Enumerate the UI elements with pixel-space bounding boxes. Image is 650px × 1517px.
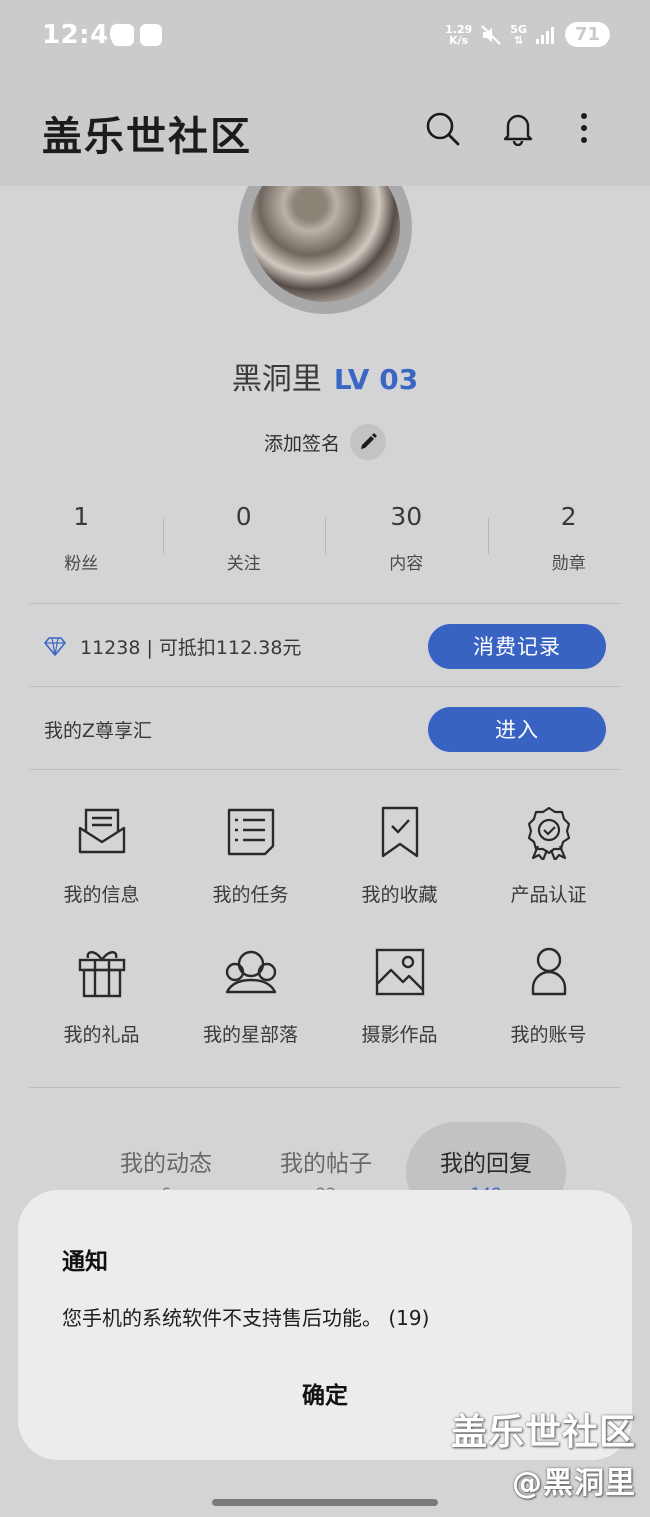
divider	[29, 686, 621, 687]
signature-label: 添加签名	[263, 432, 340, 455]
vip-row: 我的Z尊享汇 进入	[44, 706, 606, 752]
feature-grid: 我的信息 我的任务 我的收藏 产品认证 我的礼品 我的星部落 摄影作品 我的账号	[27, 800, 623, 1052]
stat-following[interactable]: 0 关注	[162, 496, 326, 586]
search-icon[interactable]	[424, 110, 460, 146]
enter-button[interactable]: 进入	[428, 706, 606, 752]
grid-item-certification[interactable]: 产品认证	[474, 800, 623, 912]
message-icon	[78, 808, 125, 854]
grid-item-tribe[interactable]: 我的星部落	[176, 940, 325, 1052]
consumption-record-button[interactable]: 消费记录	[428, 623, 606, 669]
account-icon	[531, 947, 566, 996]
signal-icon	[535, 26, 554, 44]
points-row: 11238 | 可抵扣112.38元 消费记录	[44, 623, 606, 669]
grid-item-messages[interactable]: 我的信息	[27, 800, 176, 912]
dialog-title: 通知	[62, 1249, 108, 1275]
network-type: 5G ⇅	[510, 22, 527, 47]
divider	[29, 603, 621, 604]
pencil-icon	[361, 433, 377, 449]
notification-app-icon	[112, 24, 134, 46]
grid-item-tasks[interactable]: 我的任务	[176, 800, 325, 912]
grid-item-favorites[interactable]: 我的收藏	[325, 800, 474, 912]
home-indicator[interactable]	[212, 1499, 438, 1506]
stat-content[interactable]: 30 内容	[325, 496, 488, 586]
grid-item-photography[interactable]: 摄影作品	[325, 940, 474, 1052]
profile-name-row: 黑洞里 LV 03	[0, 354, 650, 398]
task-list-icon	[227, 808, 274, 856]
diamond-icon	[44, 637, 66, 656]
stat-fans[interactable]: 1 粉丝	[0, 496, 163, 586]
stat-badges[interactable]: 2 勋章	[487, 496, 650, 586]
profile-name: 黑洞里	[231, 362, 322, 397]
notification-app-icon-2	[140, 24, 162, 46]
mute-icon	[481, 24, 501, 45]
network-speed: 1.29 K/s	[445, 22, 473, 47]
grid-item-account[interactable]: 我的账号	[474, 940, 623, 1052]
photo-icon	[375, 948, 424, 996]
level-badge: LV 03	[333, 363, 419, 396]
dialog-message: 您手机的系统软件不支持售后功能。 (19)	[62, 1306, 430, 1330]
status-bar: 12:40 1.29 K/s 5G ⇅ 71	[0, 0, 650, 72]
divider	[29, 769, 621, 770]
app-header: 盖乐世社区	[0, 72, 650, 186]
points-text: 11238 | 可抵扣112.38元	[80, 636, 302, 659]
bell-icon[interactable]	[500, 110, 536, 146]
bookmark-icon	[381, 806, 418, 858]
gift-icon	[78, 951, 125, 998]
watermark-author: @黑洞里	[512, 1466, 636, 1501]
watermark-title: 盖乐世社区	[450, 1412, 636, 1453]
signature-row[interactable]: 添加签名	[0, 424, 650, 460]
stats-row: 1 粉丝 0 关注 30 内容 2 勋章	[0, 496, 650, 586]
page-title: 盖乐世社区	[42, 114, 252, 160]
grid-item-gifts[interactable]: 我的礼品	[27, 940, 176, 1052]
divider	[29, 1087, 621, 1088]
more-options-icon[interactable]	[566, 110, 602, 146]
vip-text: 我的Z尊享汇	[44, 719, 153, 742]
certificate-icon	[527, 806, 570, 860]
tribe-icon	[225, 950, 276, 994]
edit-signature-button[interactable]	[350, 424, 386, 460]
battery-indicator: 71	[564, 22, 610, 47]
